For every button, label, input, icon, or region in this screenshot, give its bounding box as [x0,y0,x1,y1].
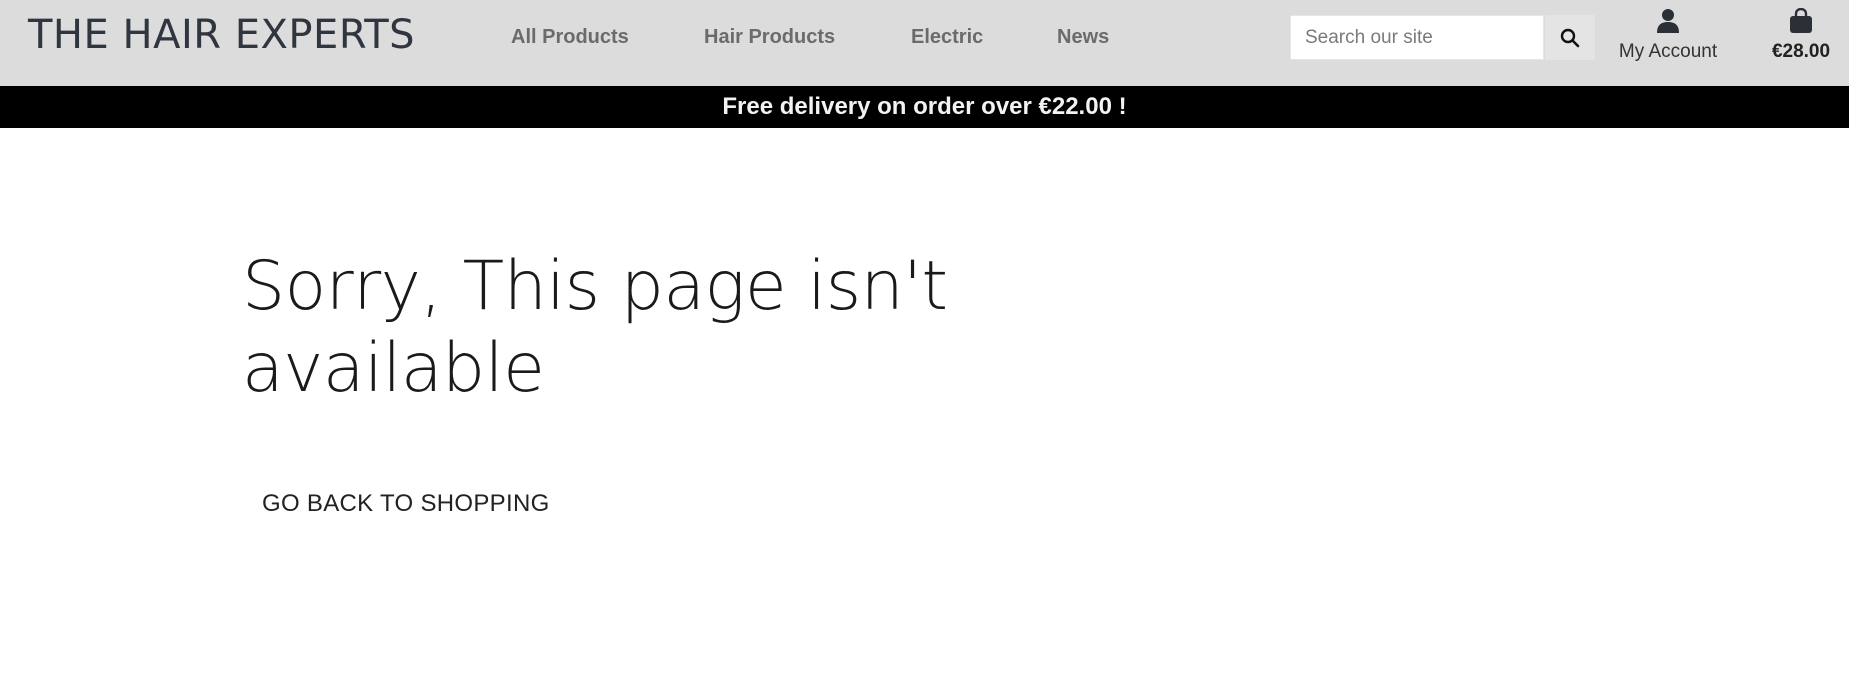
page-title: Sorry, This page isn't available [242,246,1002,410]
my-account-label: My Account [1618,41,1718,62]
nav-item-news[interactable]: News [1057,26,1109,49]
page-title-line-1: Sorry, This page isn't [242,247,948,326]
page-title-line-2: available [242,329,545,408]
site-logo[interactable]: THE HAIR EXPERTS [28,12,415,58]
search-input[interactable] [1290,15,1544,60]
shopping-bag-icon [1790,7,1812,33]
nav-item-electric[interactable]: Electric [911,26,983,49]
cart-link[interactable]: €28.00 [1765,7,1837,63]
site-header: THE HAIR EXPERTS All Products Hair Produ… [0,0,1849,86]
nav-item-all-products[interactable]: All Products [511,26,629,49]
go-back-to-shopping-button[interactable]: GO BACK TO SHOPPING [262,490,550,518]
user-icon [1657,9,1679,33]
my-account-link[interactable]: My Account [1612,8,1724,63]
search-button[interactable] [1545,15,1595,60]
nav-item-hair-products[interactable]: Hair Products [704,26,835,49]
cart-total: €28.00 [1771,41,1831,62]
search-icon [1560,28,1580,47]
promo-banner: Free delivery on order over €22.00 ! [0,86,1849,128]
